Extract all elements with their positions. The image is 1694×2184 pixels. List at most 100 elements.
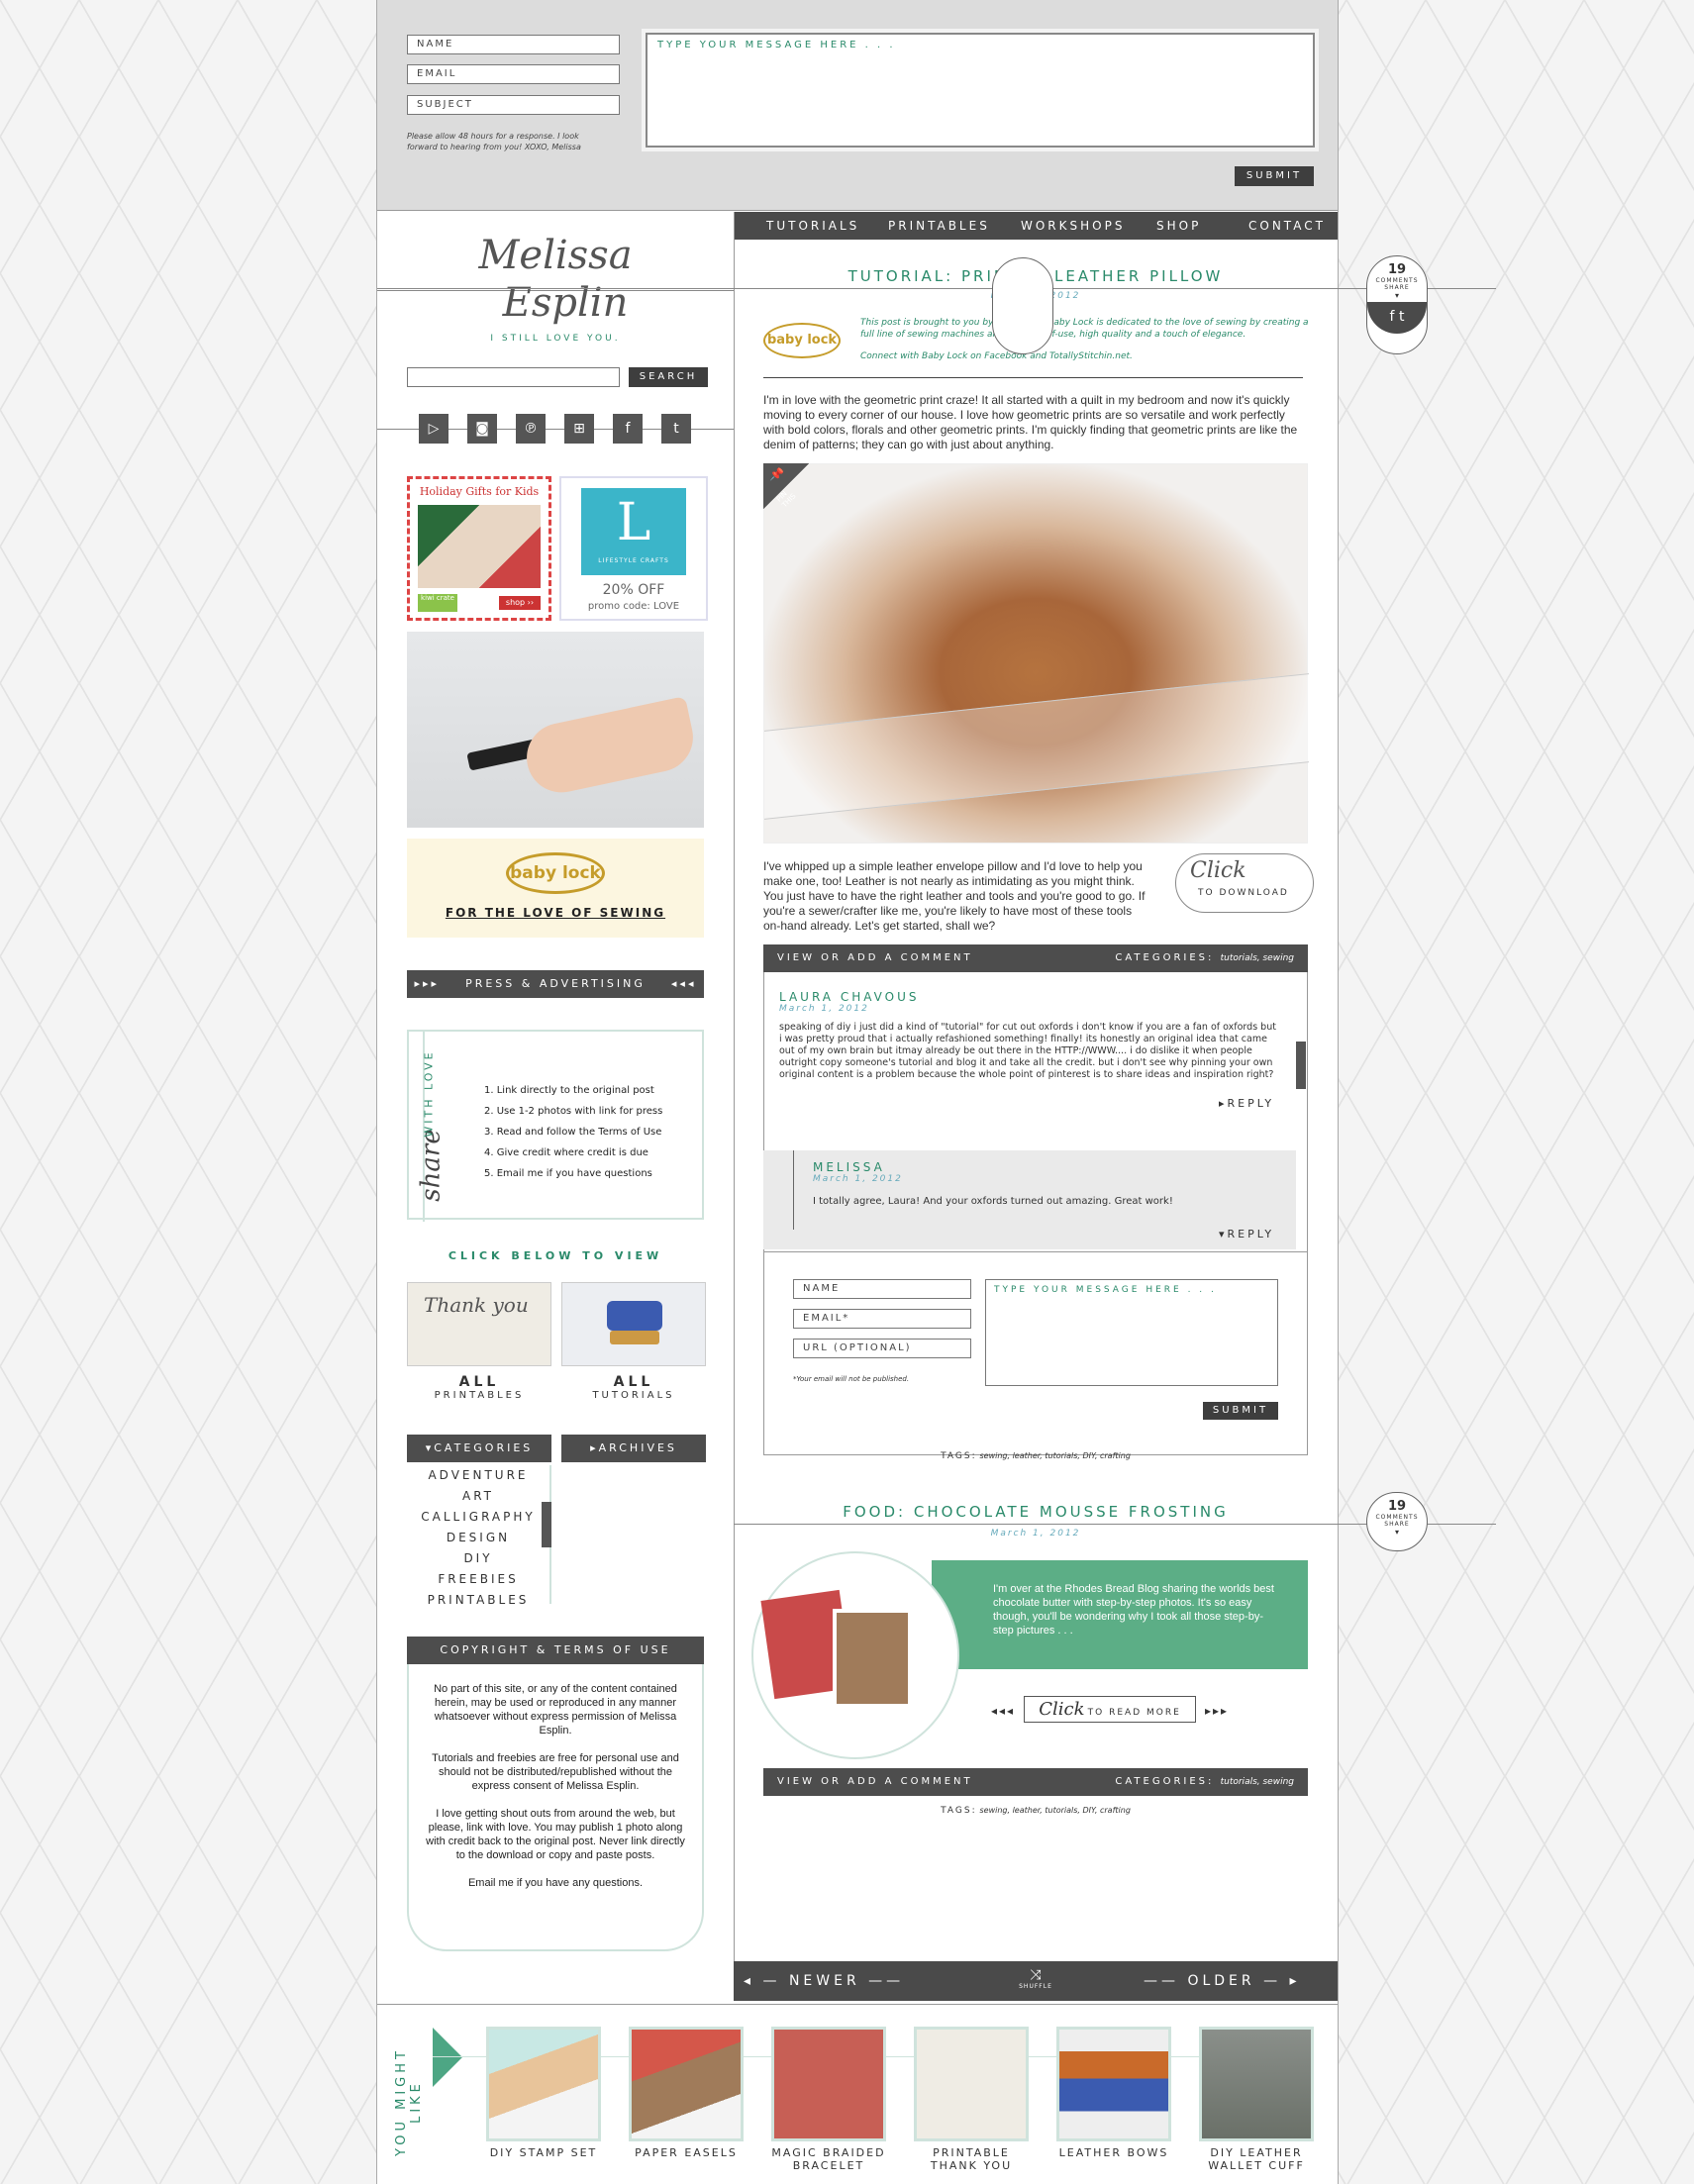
pinterest-icon[interactable]: ℗: [516, 414, 546, 444]
calligraphy-hand: [520, 696, 700, 799]
post2-teaser: I'm over at the Rhodes Bread Blog sharin…: [993, 1583, 1274, 1637]
press-advertising-bar[interactable]: ▸▸▸ PRESS & ADVERTISING ◂◂◂: [407, 970, 704, 998]
page-container: NAME EMAIL SUBJECT Please allow 48 hours…: [376, 0, 1496, 2184]
you-might-like-arrow: [433, 2028, 462, 2087]
post1-photo: [763, 463, 1309, 844]
comment2-reply[interactable]: ▾REPLY: [1219, 1228, 1274, 1241]
logo[interactable]: Melissa Esplin I STILL LOVE YOU.: [377, 233, 734, 351]
related-paper-easels[interactable]: [629, 2027, 744, 2141]
contact-name-field[interactable]: NAME: [407, 35, 620, 54]
related-leather-bows[interactable]: [1056, 2027, 1171, 2141]
comments-scrollbar[interactable]: [1296, 1042, 1306, 1089]
chevron-down-icon: ▾: [425, 1441, 435, 1454]
lifestyle-code: promo code: LOVE: [587, 601, 680, 612]
contact-message-field[interactable]: TYPE YOUR MESSAGE HERE . . .: [646, 33, 1315, 148]
related-label-3[interactable]: MAGIC BRAIDED BRACELET: [759, 2146, 898, 2172]
comment-message-field[interactable]: TYPE YOUR MESSAGE HERE . . .: [985, 1279, 1278, 1386]
post2-title[interactable]: FOOD: CHOCOLATE MOUSSE FROSTING: [734, 1503, 1338, 1521]
related-diy-stamp-set[interactable]: [486, 2027, 601, 2141]
contact-subject-field[interactable]: SUBJECT: [407, 95, 620, 115]
all-printables-label[interactable]: ALL PRINTABLES: [407, 1374, 551, 1401]
comment-submit-button[interactable]: SUBMIT: [1203, 1402, 1278, 1420]
logo-line1: Melissa: [466, 233, 645, 278]
related-label-6[interactable]: DIY LEATHER WALLET CUFF: [1187, 2146, 1326, 2172]
contact-submit-button[interactable]: SUBMIT: [1235, 166, 1314, 186]
lifestyle-crafts-ad[interactable]: L LIFESTYLE CRAFTS 20% OFF promo code: L…: [559, 476, 708, 621]
all-tutorials-thumb[interactable]: [561, 1282, 706, 1366]
facebook-icon[interactable]: f: [613, 414, 643, 444]
categories-scrollbar[interactable]: [542, 1502, 551, 1547]
post1-divider: [763, 377, 1303, 378]
kiwi-crate-ad[interactable]: Holiday Gifts for Kids kiwi crate shop ›…: [407, 476, 551, 621]
related-printable-thank-you[interactable]: [914, 2027, 1029, 2141]
related-magic-braided-bracelet[interactable]: [771, 2027, 886, 2141]
click-to-read-more[interactable]: ◂◂◂ Click TO READ MORE ▸▸▸: [981, 1696, 1239, 1728]
nav-tutorials[interactable]: TUTORIALS: [766, 212, 859, 240]
chevron-down-icon: ▾: [1394, 1528, 1399, 1537]
archives-dropdown[interactable]: ▸ARCHIVES: [561, 1435, 706, 1462]
post2-comment-bubble[interactable]: 19 COMMENTS SHARE ▾: [1366, 1492, 1428, 1551]
post2-date: March 1, 2012: [990, 1529, 1081, 1539]
post1-title-line: [377, 288, 1496, 289]
twitter-icon[interactable]: t: [661, 414, 691, 444]
post1-comment-bubble[interactable]: [992, 257, 1053, 354]
comment-url-field[interactable]: URL (OPTIONAL): [793, 1339, 971, 1358]
comment-email-field[interactable]: EMAIL*: [793, 1309, 971, 1329]
category-art[interactable]: ART: [407, 1486, 549, 1507]
pin-this-button[interactable]: 📌 PIN THIS: [763, 463, 809, 509]
kiwi-shop-button[interactable]: shop ››: [499, 596, 541, 610]
related-label-1[interactable]: DIY STAMP SET: [474, 2146, 613, 2159]
instagram-icon[interactable]: ◙: [467, 414, 497, 444]
category-diy[interactable]: DIY: [407, 1548, 549, 1569]
calligraphy-ad[interactable]: [407, 632, 704, 828]
copyright-p1: No part of this site, or any of the cont…: [434, 1683, 677, 1737]
category-design[interactable]: DESIGN: [407, 1528, 549, 1548]
facebook-share-icon[interactable]: f: [1390, 309, 1395, 325]
click-to-download[interactable]: Click TO DOWNLOAD: [1175, 853, 1314, 913]
post1-sponsor-logo[interactable]: baby lock: [763, 323, 841, 358]
contact-email-field[interactable]: EMAIL: [407, 64, 620, 84]
youtube-icon[interactable]: ▷: [419, 414, 448, 444]
shuffle-icon: ⤨: [1030, 1967, 1042, 1983]
category-freebies[interactable]: FREEBIES: [407, 1569, 549, 1590]
lifestyle-offer: 20% OFF: [602, 582, 665, 598]
comment1-reply[interactable]: ▸REPLY: [1219, 1097, 1274, 1110]
all-tutorials-label[interactable]: ALL TUTORIALS: [561, 1374, 706, 1401]
pagination-bar: ◂ — NEWER —— ⤨ SHUFFLE —— OLDER — ▸: [734, 1961, 1338, 2001]
post2-comment-bar[interactable]: VIEW OR ADD A COMMENT CATEGORIES: tutori…: [763, 1768, 1308, 1796]
search-button[interactable]: SEARCH: [629, 367, 708, 387]
twitter-share-icon[interactable]: t: [1399, 309, 1405, 325]
category-adventure[interactable]: ADVENTURE: [407, 1465, 549, 1486]
related-label-2[interactable]: PAPER EASELS: [617, 2146, 755, 2159]
post1-comment-bubble[interactable]: 19 COMMENTS SHARE ▾ f t: [1366, 255, 1428, 354]
related-diy-leather-wallet-cuff[interactable]: [1199, 2027, 1314, 2141]
kiwi-logo: kiwi crate: [418, 594, 457, 612]
post1-comment-bar[interactable]: VIEW OR ADD A COMMENT CATEGORIES: tutori…: [763, 944, 1308, 972]
cart-icon[interactable]: ⊞: [564, 414, 594, 444]
babylock-ad[interactable]: baby lock FOR THE LOVE OF SEWING: [407, 839, 704, 938]
newer-link[interactable]: ◂ — NEWER ——: [744, 1973, 904, 1989]
related-label-4[interactable]: PRINTABLE THANK YOU: [902, 2146, 1041, 2172]
chevron-right-icon: ▸: [590, 1441, 599, 1454]
comment-1: LAURA CHAVOUS March 1, 2012 speaking of …: [779, 990, 1276, 1110]
comment-name-field[interactable]: NAME: [793, 1279, 971, 1299]
shuffle-button[interactable]: ⤨ SHUFFLE: [1011, 1967, 1060, 1990]
nav-workshops[interactable]: WORKSHOPS: [1021, 212, 1125, 240]
search-input[interactable]: [407, 367, 620, 387]
post1-body: I've whipped up a simple leather envelop…: [763, 859, 1146, 933]
copyright-p3: I love getting shout outs from around th…: [426, 1808, 685, 1861]
related-label-5[interactable]: LEATHER BOWS: [1045, 2146, 1183, 2159]
older-link[interactable]: —— OLDER — ▸: [1144, 1973, 1301, 1989]
category-calligraphy[interactable]: CALLIGRAPHY: [407, 1507, 549, 1528]
nav-shop[interactable]: SHOP: [1156, 212, 1201, 240]
comment-2: MELISSA March 1, 2012 I totally agree, L…: [763, 1150, 1296, 1249]
nav-printables[interactable]: PRINTABLES: [888, 212, 990, 240]
all-printables-thumb[interactable]: Thank you: [407, 1282, 551, 1366]
categories-dropdown[interactable]: ▾CATEGORIES: [407, 1435, 551, 1462]
post2-image-circle[interactable]: [751, 1551, 959, 1759]
share-rules: 1. Link directly to the original post 2.…: [484, 1085, 663, 1179]
nav-contact[interactable]: CONTACT: [1248, 212, 1326, 240]
category-printables[interactable]: PRINTABLES: [407, 1590, 549, 1604]
kiwi-ad-title: Holiday Gifts for Kids: [419, 485, 540, 498]
comment-form: NAME EMAIL* URL (OPTIONAL) *Your email w…: [763, 1251, 1308, 1449]
